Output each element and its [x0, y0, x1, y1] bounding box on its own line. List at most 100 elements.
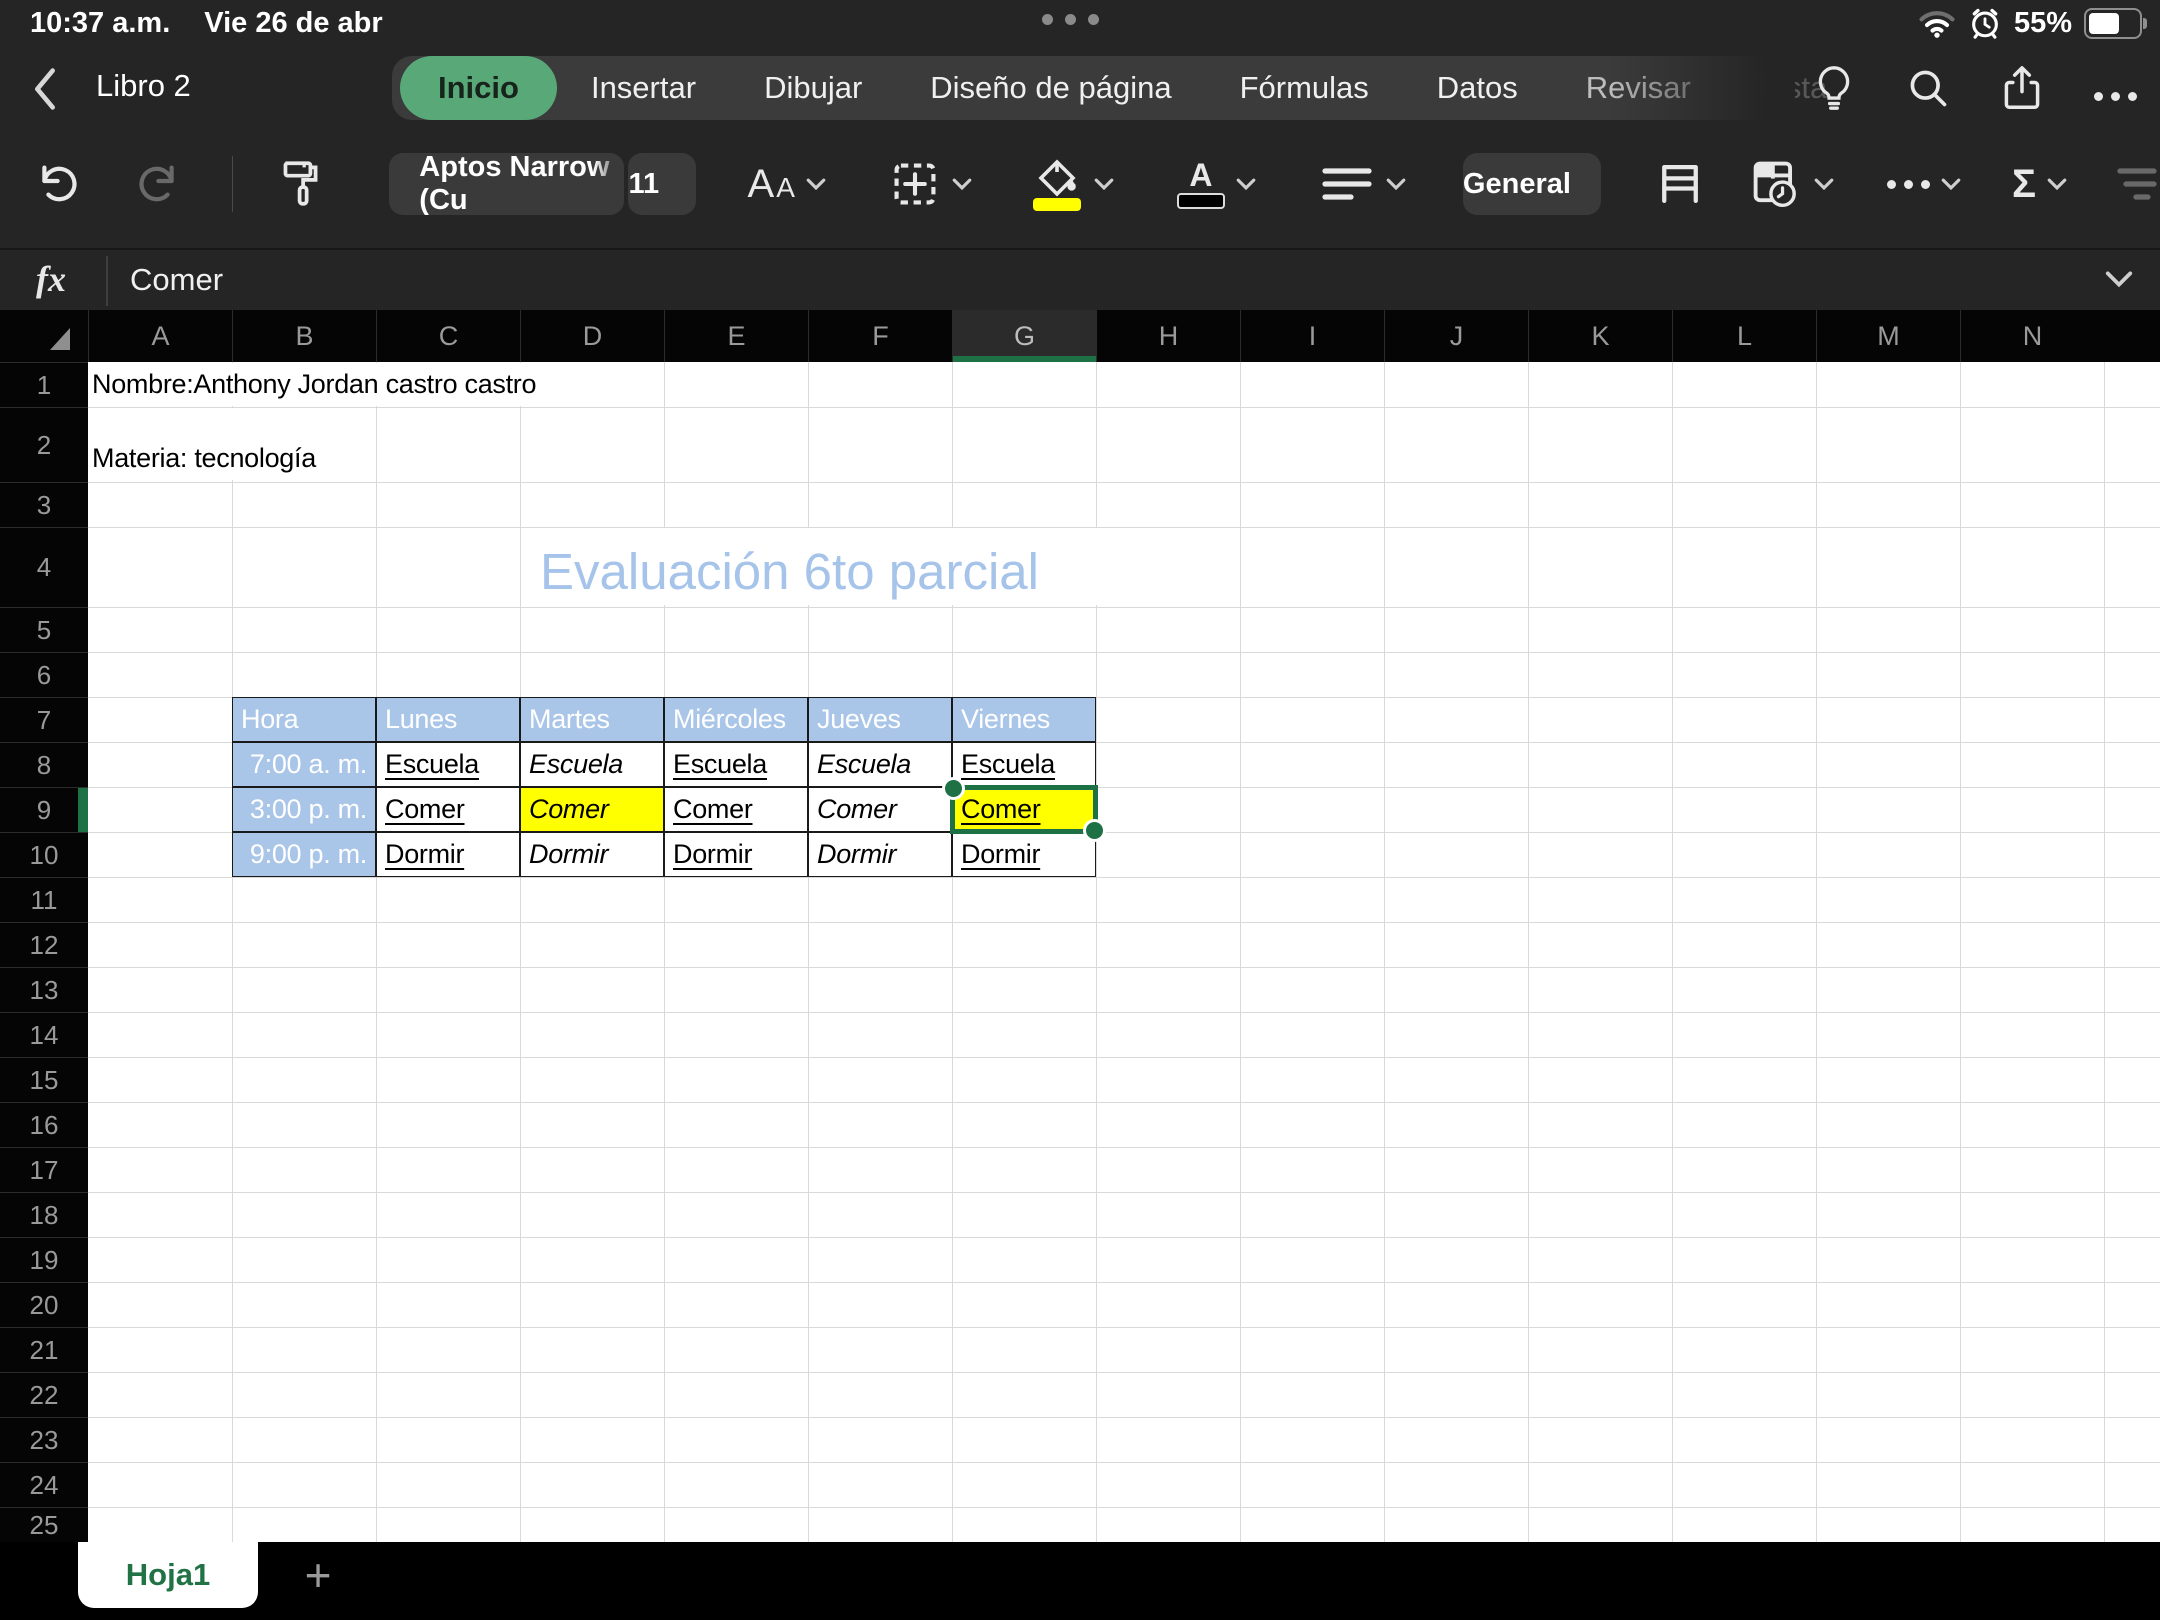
- font-color-button[interactable]: A: [1176, 159, 1257, 209]
- schedule-cell[interactable]: Comer: [808, 787, 952, 832]
- row-header-13[interactable]: 13: [0, 967, 88, 1012]
- row-header-12[interactable]: 12: [0, 922, 88, 967]
- row-header-23[interactable]: 23: [0, 1417, 88, 1462]
- row-header-25[interactable]: 25: [0, 1507, 88, 1542]
- column-header-d[interactable]: D: [520, 310, 664, 362]
- format-as-table-button[interactable]: [1747, 156, 1835, 212]
- schedule-time-cell[interactable]: 7:00 a. m.: [232, 742, 376, 787]
- schedule-cell[interactable]: Dormir: [952, 832, 1096, 877]
- search-icon[interactable]: [1906, 66, 1950, 110]
- schedule-cell[interactable]: Comer: [520, 787, 664, 832]
- schedule-cell[interactable]: Dormir: [664, 832, 808, 877]
- schedule-time-cell[interactable]: 9:00 p. m.: [232, 832, 376, 877]
- more-icon[interactable]: [2094, 91, 2137, 101]
- tab-datos[interactable]: Datos: [1403, 56, 1552, 120]
- row-header-18[interactable]: 18: [0, 1192, 88, 1237]
- schedule-cell[interactable]: Escuela: [952, 742, 1096, 787]
- row-header-1[interactable]: 1: [0, 362, 88, 407]
- row-header-5[interactable]: 5: [0, 607, 88, 652]
- autosum-button[interactable]: Σ: [2012, 162, 2068, 207]
- schedule-header-jueves[interactable]: Jueves: [808, 697, 952, 742]
- column-header-e[interactable]: E: [664, 310, 808, 362]
- row-header-8[interactable]: 8: [0, 742, 88, 787]
- column-header-j[interactable]: J: [1384, 310, 1528, 362]
- schedule-cell[interactable]: Dormir: [520, 832, 664, 877]
- row-header-14[interactable]: 14: [0, 1012, 88, 1057]
- row-header-17[interactable]: 17: [0, 1147, 88, 1192]
- back-button[interactable]: [28, 66, 62, 112]
- select-all-button[interactable]: [0, 310, 88, 362]
- schedule-header-viernes[interactable]: Viernes: [952, 697, 1096, 742]
- tab-diseno-de-pagina[interactable]: Diseño de página: [896, 56, 1205, 120]
- schedule-cell[interactable]: Escuela: [664, 742, 808, 787]
- tab-formulas[interactable]: Fórmulas: [1206, 56, 1403, 120]
- selection-handle-top-left[interactable]: [942, 777, 965, 800]
- more-formatting-button[interactable]: [1886, 177, 1962, 191]
- row-header-9[interactable]: 9: [0, 787, 88, 832]
- font-size-button[interactable]: 11: [628, 153, 696, 215]
- formula-bar[interactable]: fx Comer: [0, 248, 2160, 312]
- row-header-7[interactable]: 7: [0, 697, 88, 742]
- column-header-b[interactable]: B: [232, 310, 376, 362]
- cell-a1-text[interactable]: Nombre:Anthony Jordan castro castro: [92, 362, 537, 407]
- schedule-header-miércoles[interactable]: Miércoles: [664, 697, 808, 742]
- column-header-g[interactable]: G: [952, 310, 1096, 362]
- column-header-c[interactable]: C: [376, 310, 520, 362]
- worksheet-title-text[interactable]: Evaluación 6to parcial: [540, 527, 1039, 607]
- schedule-cell[interactable]: Escuela: [520, 742, 664, 787]
- row-header-4[interactable]: 4: [0, 527, 88, 607]
- row-header-15[interactable]: 15: [0, 1057, 88, 1102]
- schedule-cell[interactable]: Dormir: [376, 832, 520, 877]
- cell-styles-button[interactable]: [1653, 157, 1707, 211]
- column-header-i[interactable]: I: [1240, 310, 1384, 362]
- row-header-16[interactable]: 16: [0, 1102, 88, 1147]
- row-header-20[interactable]: 20: [0, 1282, 88, 1327]
- row-header-3[interactable]: 3: [0, 482, 88, 527]
- column-header-a[interactable]: A: [88, 310, 232, 362]
- row-header-22[interactable]: 22: [0, 1372, 88, 1417]
- column-header-h[interactable]: H: [1096, 310, 1240, 362]
- schedule-cell[interactable]: Escuela: [376, 742, 520, 787]
- column-header-n[interactable]: N: [1960, 310, 2104, 362]
- share-icon[interactable]: [2000, 64, 2044, 112]
- borders-button[interactable]: [889, 158, 973, 210]
- format-painter-icon[interactable]: [275, 157, 325, 211]
- row-header-21[interactable]: 21: [0, 1327, 88, 1372]
- lightbulb-icon[interactable]: [1812, 64, 1856, 112]
- font-name-button[interactable]: Aptos Narrow (Cu: [389, 153, 625, 215]
- tab-insertar[interactable]: Insertar: [557, 56, 730, 120]
- multitasking-dots-icon[interactable]: [1042, 14, 1099, 25]
- formula-expand-chevron[interactable]: [2104, 270, 2134, 288]
- sort-filter-icon[interactable]: [2112, 164, 2160, 204]
- redo-button[interactable]: [136, 160, 184, 208]
- schedule-cell[interactable]: Dormir: [808, 832, 952, 877]
- formula-value[interactable]: Comer: [130, 262, 223, 298]
- schedule-header-lunes[interactable]: Lunes: [376, 697, 520, 742]
- column-header-f[interactable]: F: [808, 310, 952, 362]
- selection-handle-bottom-right[interactable]: [1083, 819, 1106, 842]
- row-header-11[interactable]: 11: [0, 877, 88, 922]
- schedule-cell[interactable]: Comer: [376, 787, 520, 832]
- fill-color-button[interactable]: [1031, 158, 1115, 211]
- schedule-cell[interactable]: Comer: [664, 787, 808, 832]
- row-header-6[interactable]: 6: [0, 652, 88, 697]
- row-header-19[interactable]: 19: [0, 1237, 88, 1282]
- column-header-l[interactable]: L: [1672, 310, 1816, 362]
- column-header-m[interactable]: M: [1816, 310, 1960, 362]
- undo-button[interactable]: [32, 160, 80, 208]
- add-sheet-button[interactable]: +: [288, 1544, 348, 1606]
- schedule-time-cell[interactable]: 3:00 p. m.: [232, 787, 376, 832]
- row-header-24[interactable]: 24: [0, 1462, 88, 1507]
- row-header-2[interactable]: 2: [0, 407, 88, 482]
- font-format-button[interactable]: AA: [748, 164, 827, 204]
- tab-dibujar[interactable]: Dibujar: [730, 56, 896, 120]
- tab-inicio[interactable]: Inicio: [400, 56, 557, 120]
- selected-cell-outline[interactable]: [942, 777, 1106, 842]
- schedule-cell[interactable]: Escuela: [808, 742, 952, 787]
- row-header-10[interactable]: 10: [0, 832, 88, 877]
- schedule-header-martes[interactable]: Martes: [520, 697, 664, 742]
- sheet-tab-hoja1[interactable]: Hoja1: [78, 1542, 258, 1608]
- cell-a2-text[interactable]: Materia: tecnología: [92, 407, 316, 482]
- workbook-title[interactable]: Libro 2: [96, 68, 191, 104]
- schedule-header-hora[interactable]: Hora: [232, 697, 376, 742]
